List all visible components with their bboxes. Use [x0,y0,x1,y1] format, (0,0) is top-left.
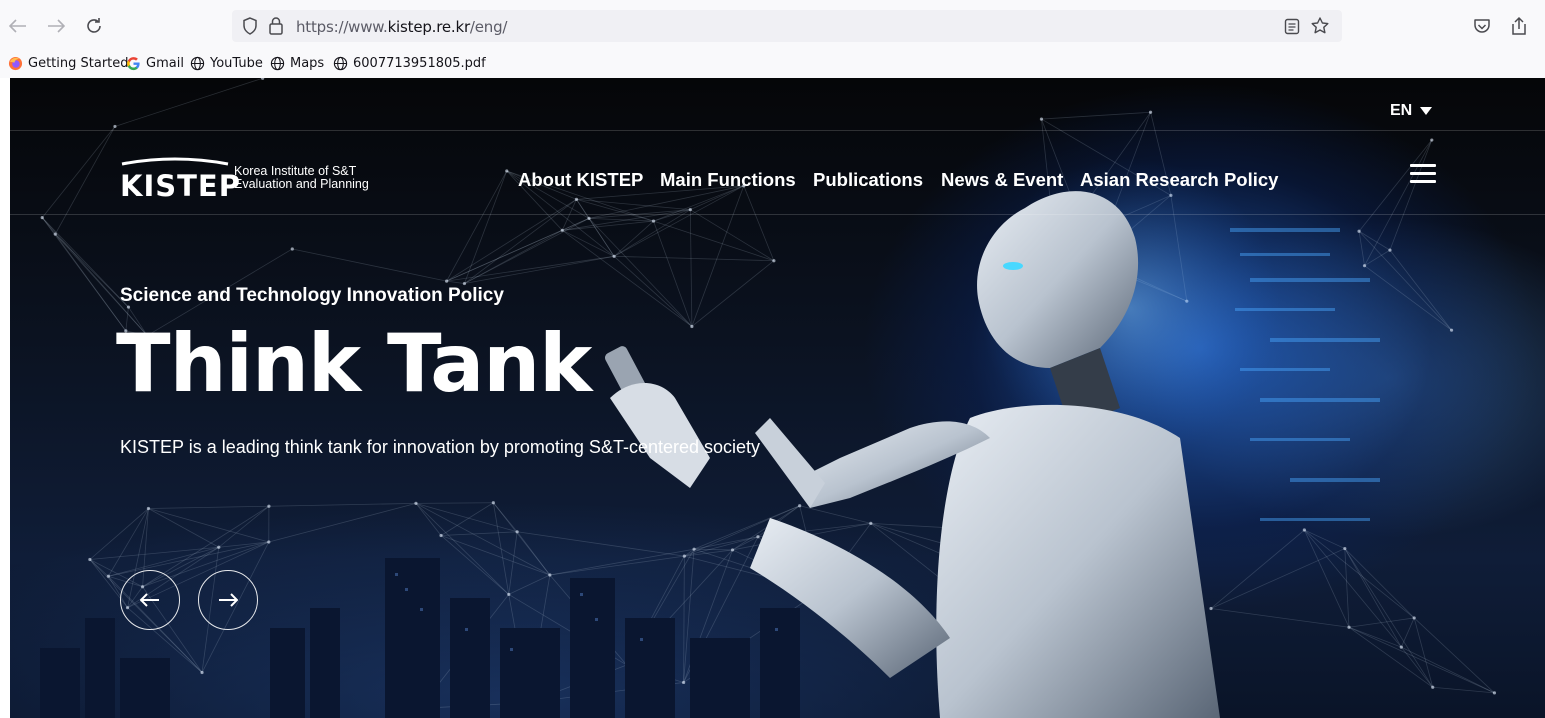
language-selector[interactable]: EN [1390,102,1433,120]
arrow-right-icon [219,593,238,607]
logo-arc-icon [121,157,229,166]
nav-asian-research-policy[interactable]: Asian Research Policy [1080,169,1278,191]
google-icon [127,57,140,71]
url-text[interactable]: https://www.kistep.re.kr/eng/ [296,18,507,36]
header-divider-top [10,130,1545,131]
address-bar[interactable]: https://www.kistep.re.kr/eng/ [232,10,1342,42]
hero-eyebrow: Science and Technology Innovation Policy [120,285,504,306]
forward-arrow-icon[interactable] [44,14,68,38]
hero-section: EN KISTEP Korea Institute of S&T Evaluat… [10,78,1545,718]
firefox-icon [8,56,23,71]
bookmarks-bar: Getting Started Gmail YouTube Maps 60077… [0,52,1545,78]
slider-prev-button[interactable] [120,570,180,630]
back-arrow-icon[interactable] [6,14,30,38]
hero-description: KISTEP is a leading think tank for innov… [120,437,761,457]
slider-next-button[interactable] [198,570,258,630]
arrow-left-icon [140,593,159,607]
bookmark-pdf[interactable]: 6007713951805.pdf [333,56,486,71]
bookmark-gmail[interactable]: Gmail [126,56,184,71]
header-divider-bottom [10,214,1545,215]
browser-toolbar: https://www.kistep.re.kr/eng/ [0,0,1545,52]
nav-about-kistep[interactable]: About KISTEP [518,169,643,191]
globe-icon [190,56,205,71]
hero-headline: Think Tank [116,317,592,410]
globe-icon [333,56,348,71]
bookmark-maps[interactable]: Maps [270,56,324,71]
tracking-protection-shield-icon[interactable] [242,17,258,40]
extensions-icon[interactable] [1510,16,1528,41]
nav-main-functions[interactable]: Main Functions [660,169,796,191]
caret-down-icon [1420,107,1433,115]
reader-view-icon[interactable] [1284,18,1300,40]
bookmark-youtube[interactable]: YouTube [190,56,263,71]
nav-publications[interactable]: Publications [813,169,923,191]
pocket-icon[interactable] [1473,18,1491,40]
nav-news-event[interactable]: News & Event [941,169,1063,191]
lock-icon[interactable] [268,16,284,40]
globe-icon [270,56,285,71]
reload-icon[interactable] [82,14,106,38]
bookmark-star-icon[interactable] [1310,16,1330,41]
hamburger-menu-icon[interactable] [1410,164,1436,184]
bookmark-getting-started[interactable]: Getting Started [8,56,129,71]
